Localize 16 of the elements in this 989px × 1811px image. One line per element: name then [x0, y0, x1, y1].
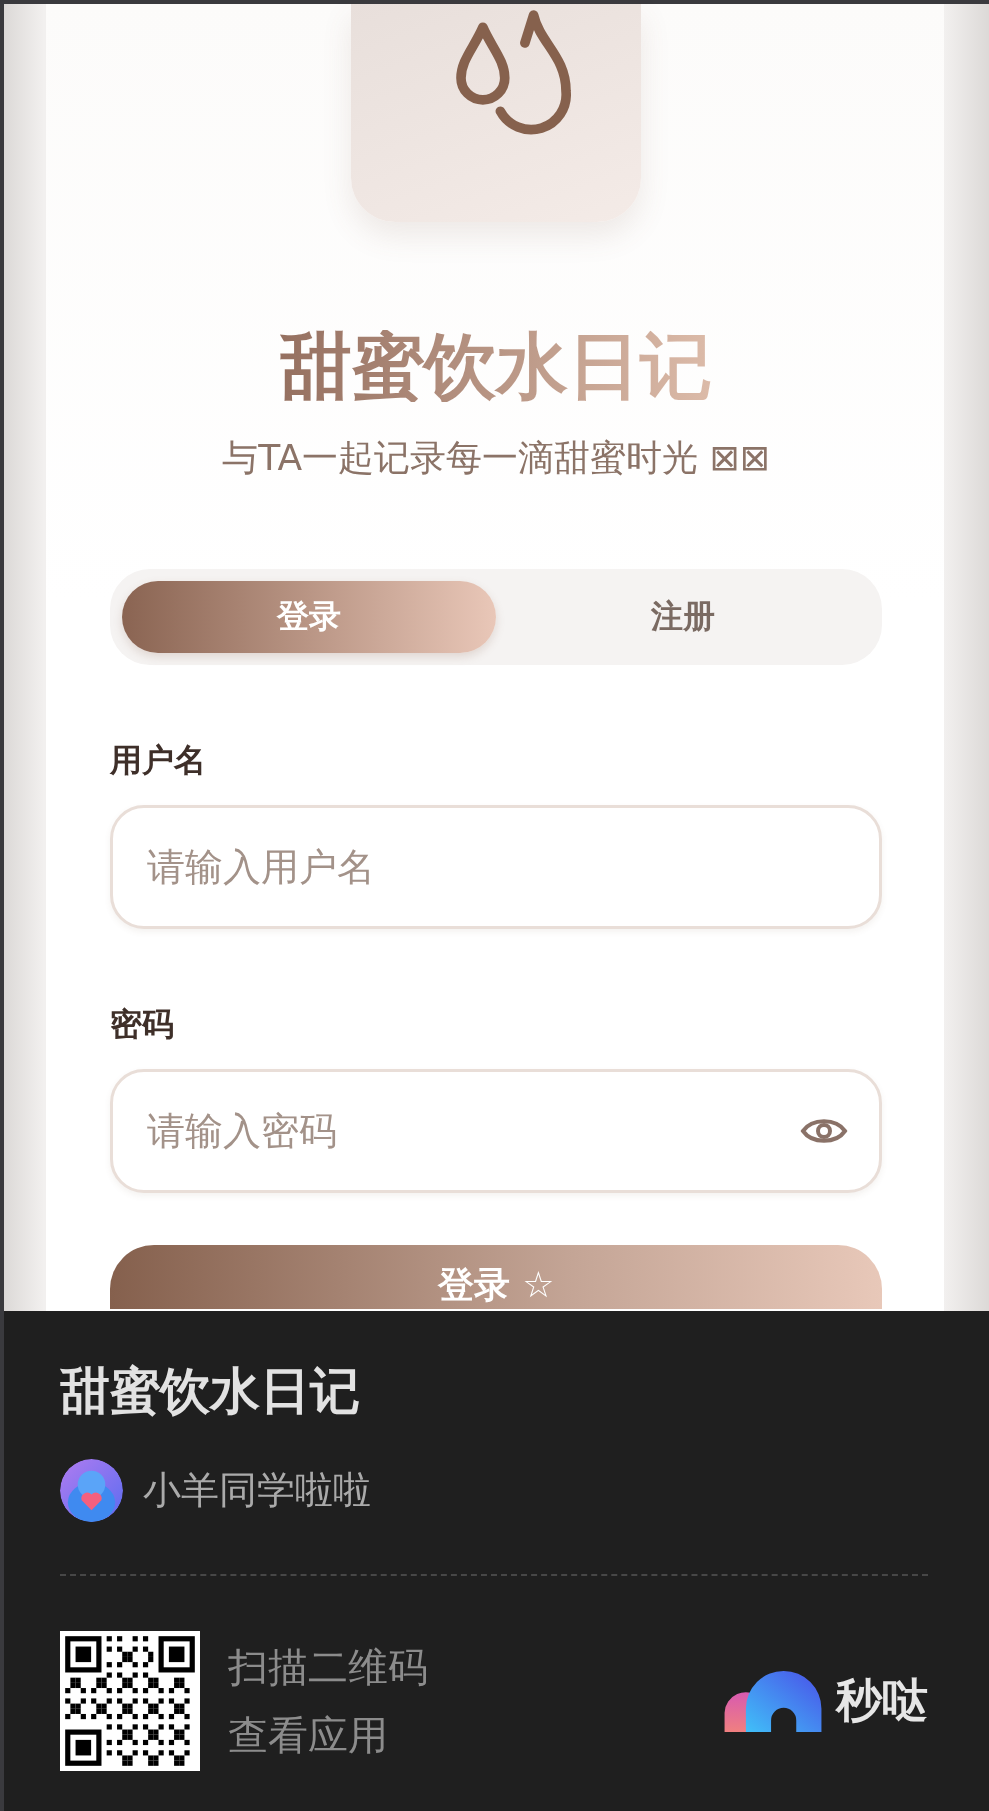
- avatar-icon: [60, 1459, 123, 1522]
- brand-logo-icon: [724, 1670, 822, 1732]
- brand-name: 秒哒: [836, 1672, 928, 1729]
- app-title: 甜蜜饮水日记: [280, 330, 712, 402]
- input-field[interactable]: 请输入用户名: [110, 805, 882, 930]
- scan-hint: 查看应用: [228, 1711, 389, 1759]
- login-button[interactable]: 登录 ☆: [110, 1245, 882, 1310]
- field-label: 用户名: [110, 740, 206, 782]
- field-label: 密码: [110, 1004, 174, 1046]
- input-field[interactable]: 请输入密码: [110, 1069, 882, 1194]
- author-name: 小羊同学啦啦: [143, 1467, 371, 1514]
- tab[interactable]: 登录: [122, 581, 496, 654]
- app-subtitle: 与TA一起记录每一滴甜蜜时光 ⊠⊠: [221, 436, 771, 480]
- footer-title: 甜蜜饮水日记: [60, 1361, 361, 1421]
- scan-hint: 扫描二维码: [228, 1643, 428, 1691]
- tab[interactable]: 注册: [496, 581, 870, 654]
